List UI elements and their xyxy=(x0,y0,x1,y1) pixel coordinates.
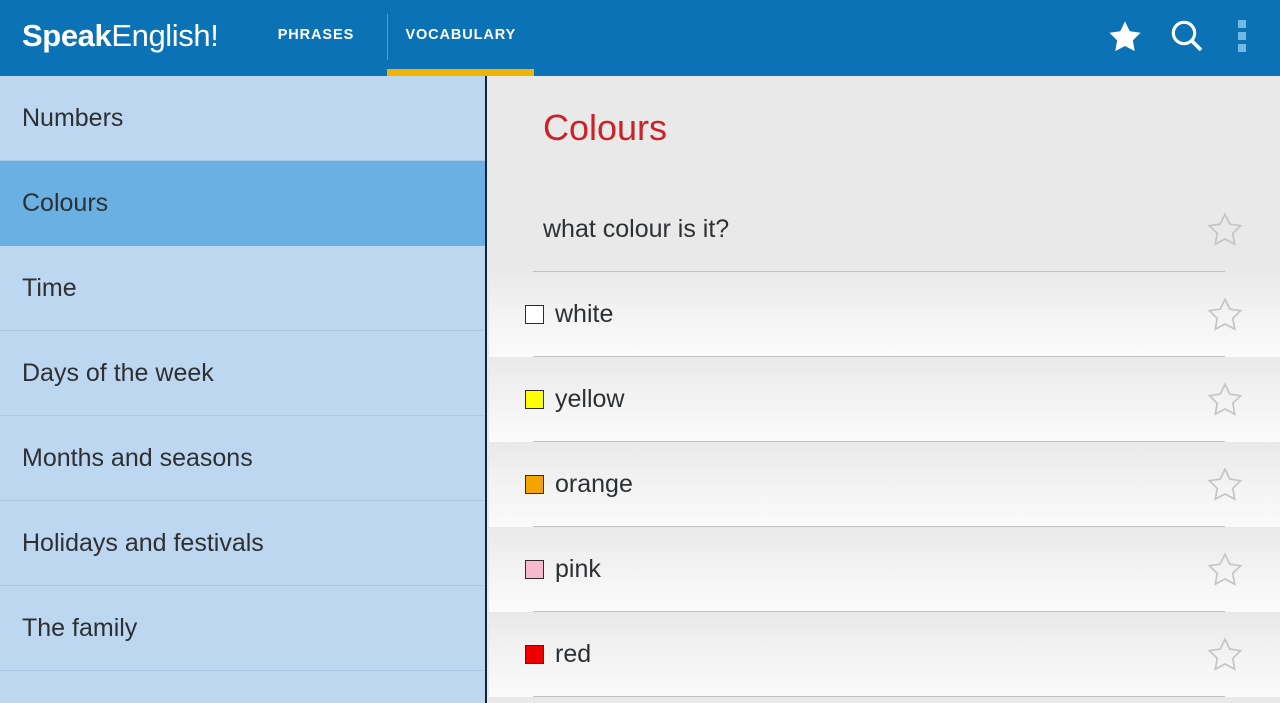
sidebar-item-partial[interactable] xyxy=(0,671,485,703)
favorite-toggle[interactable] xyxy=(1170,210,1280,249)
swatch-slot xyxy=(489,475,555,495)
favorites-star-icon xyxy=(1109,20,1141,51)
sidebar-item-months-and-seasons[interactable]: Months and seasons xyxy=(0,416,485,501)
app-root: Speak English! PHRASES VOCABULARY Number… xyxy=(0,0,1280,703)
tab-separator xyxy=(387,14,389,60)
tab-active-indicator xyxy=(387,69,535,76)
sidebar-item-days-of-the-week[interactable]: Days of the week xyxy=(0,331,485,416)
favorite-toggle[interactable] xyxy=(1170,550,1280,589)
favorite-toggle[interactable] xyxy=(1170,465,1280,504)
app-logo-rest: English! xyxy=(111,18,219,53)
tab-phrases-label: PHRASES xyxy=(277,27,355,43)
vocabulary-term: pink xyxy=(555,555,601,584)
tab-vocabulary-label: VOCABULARY xyxy=(405,27,517,43)
vocabulary-term: white xyxy=(555,300,614,329)
star-outline-icon xyxy=(1207,297,1243,331)
row-divider xyxy=(533,696,1225,698)
favorite-toggle[interactable] xyxy=(1170,380,1280,419)
overflow-menu-button[interactable] xyxy=(1218,0,1266,76)
star-outline-icon xyxy=(1207,467,1243,501)
list-item[interactable]: pink xyxy=(489,527,1280,613)
vocabulary-content: Colours what colour is it? white yellow … xyxy=(489,76,1280,703)
vocabulary-term: red xyxy=(555,640,592,669)
favorite-toggle[interactable] xyxy=(1170,635,1280,674)
colour-swatch-icon xyxy=(525,390,544,410)
colour-swatch-icon xyxy=(525,475,544,495)
list-item[interactable]: what colour is it? xyxy=(489,187,1280,273)
colour-swatch-icon xyxy=(525,560,544,580)
swatch-slot xyxy=(489,390,555,410)
swatch-slot xyxy=(489,560,555,580)
app-bar-actions xyxy=(1094,0,1280,76)
search-button[interactable] xyxy=(1156,0,1218,76)
list-item[interactable]: yellow xyxy=(489,357,1280,443)
sidebar-item-colours[interactable]: Colours xyxy=(0,161,485,246)
sidebar-item-label: Holidays and festivals xyxy=(22,528,264,557)
category-sidebar[interactable]: Numbers Colours Time Days of the week Mo… xyxy=(0,76,487,703)
star-outline-icon xyxy=(1207,552,1243,586)
sidebar-item-label: Numbers xyxy=(22,103,124,132)
app-logo: Speak English! xyxy=(0,0,244,76)
sidebar-item-label: Months and seasons xyxy=(22,443,253,472)
sidebar-item-label: Time xyxy=(22,273,77,302)
list-item[interactable]: orange xyxy=(489,442,1280,528)
tab-bar: PHRASES VOCABULARY xyxy=(244,0,535,76)
list-item[interactable]: white xyxy=(489,272,1280,358)
vocabulary-term: yellow xyxy=(555,385,625,414)
swatch-slot xyxy=(489,645,555,665)
swatch-slot xyxy=(489,305,555,325)
body: Numbers Colours Time Days of the week Mo… xyxy=(0,76,1280,703)
app-logo-bold: Speak xyxy=(22,18,112,53)
page-title: Colours xyxy=(543,107,668,148)
tab-vocabulary[interactable]: VOCABULARY xyxy=(387,0,535,76)
tab-phrases[interactable]: PHRASES xyxy=(244,0,387,76)
vocabulary-term: orange xyxy=(555,470,633,499)
list-item[interactable]: red xyxy=(489,612,1280,698)
vocabulary-list: what colour is it? white yellow orange p… xyxy=(489,187,1280,698)
favorite-toggle[interactable] xyxy=(1170,295,1280,334)
app-bar: Speak English! PHRASES VOCABULARY xyxy=(0,0,1280,76)
sidebar-item-time[interactable]: Time xyxy=(0,246,485,331)
overflow-menu-icon xyxy=(1238,20,1246,52)
star-outline-icon xyxy=(1207,637,1243,671)
favorites-button[interactable] xyxy=(1094,0,1156,76)
sidebar-item-numbers[interactable]: Numbers xyxy=(0,76,485,161)
sidebar-item-label: Days of the week xyxy=(22,358,214,387)
colour-swatch-icon xyxy=(525,305,544,325)
vocabulary-term: what colour is it? xyxy=(543,215,730,244)
sidebar-item-label: Colours xyxy=(22,188,109,217)
star-outline-icon xyxy=(1207,382,1243,416)
search-icon xyxy=(1171,20,1203,52)
colour-swatch-icon xyxy=(525,645,544,665)
sidebar-item-the-family[interactable]: The family xyxy=(0,586,485,671)
sidebar-item-holidays-and-festivals[interactable]: Holidays and festivals xyxy=(0,501,485,586)
star-outline-icon xyxy=(1207,212,1243,246)
sidebar-item-label: The family xyxy=(22,613,138,642)
